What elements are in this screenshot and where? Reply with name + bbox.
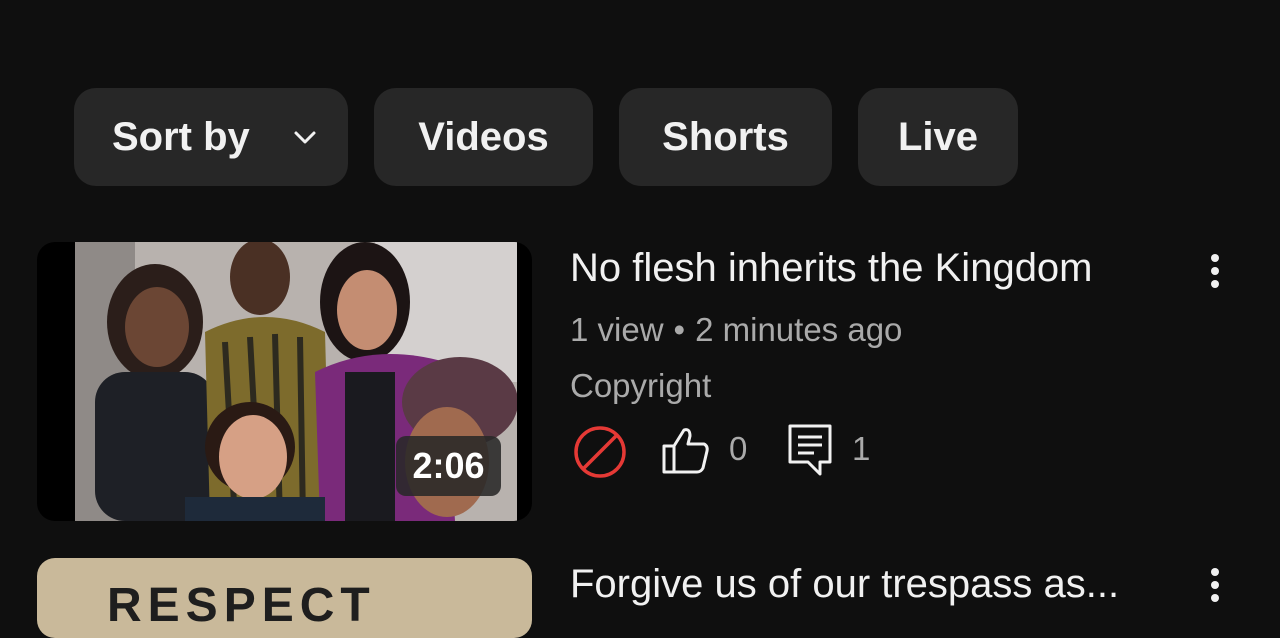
thumbs-up-icon[interactable]	[660, 424, 712, 476]
view-count: 1 view	[570, 311, 664, 348]
chip-shorts-label: Shorts	[662, 114, 789, 159]
video-title-2[interactable]: Forgive us of our trespass as...	[570, 562, 1119, 607]
thumbnail-2-text: RESPECT	[107, 579, 376, 632]
sort-by-dropdown[interactable]: Sort by	[74, 88, 348, 186]
video-duration-badge: 2:06	[396, 436, 501, 496]
restricted-icon[interactable]	[572, 424, 628, 480]
comment-count: 1	[852, 430, 871, 467]
chip-shorts[interactable]: Shorts	[619, 88, 832, 186]
more-options-icon-2[interactable]	[1203, 566, 1227, 606]
video-meta: 1 view • 2 minutes ago	[570, 311, 902, 349]
chip-videos[interactable]: Videos	[374, 88, 593, 186]
chip-videos-label: Videos	[418, 114, 549, 159]
chip-live-label: Live	[897, 114, 979, 159]
video-title[interactable]: No flesh inherits the Kingdom	[570, 246, 1093, 291]
video-thumbnail-2[interactable]: RESPECT	[37, 558, 532, 638]
like-count: 0	[729, 430, 748, 467]
upload-age: 2 minutes ago	[695, 311, 903, 348]
meta-separator: •	[673, 311, 686, 348]
more-options-icon[interactable]	[1203, 252, 1227, 292]
sort-by-label: Sort by	[112, 114, 250, 159]
chevron-down-icon	[294, 131, 316, 144]
filter-chip-bar: Sort by Videos Shorts Live	[74, 88, 1018, 186]
comment-icon[interactable]	[786, 422, 834, 478]
copyright-status[interactable]: Copyright	[570, 367, 711, 405]
chip-live[interactable]: Live	[858, 88, 1018, 186]
